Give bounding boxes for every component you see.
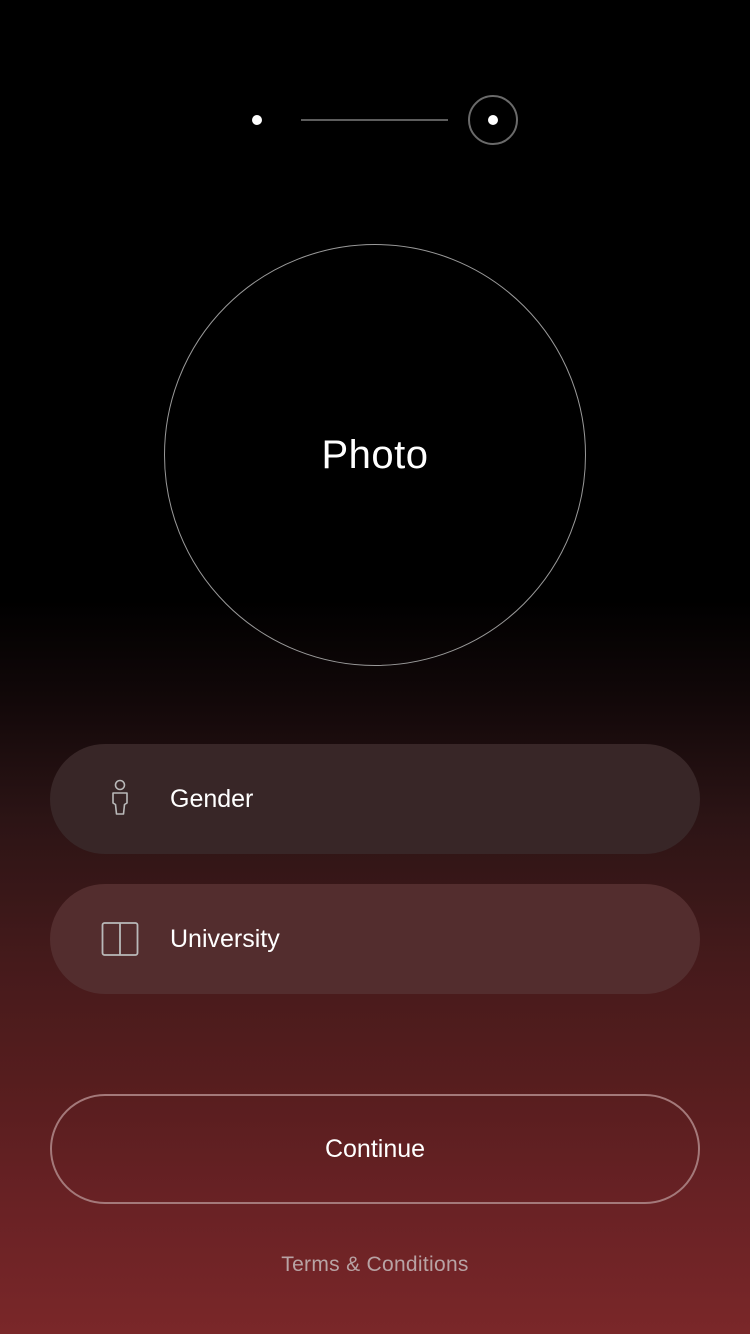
university-field[interactable]: University (50, 884, 700, 994)
book-icon (100, 919, 140, 959)
gender-field[interactable]: Gender (50, 744, 700, 854)
continue-button[interactable]: Continue (50, 1094, 700, 1204)
photo-label: Photo (321, 432, 429, 477)
step-connector (301, 119, 448, 121)
continue-label: Continue (324, 1134, 426, 1163)
person-icon (100, 779, 140, 819)
photo-upload-button[interactable]: Photo (164, 244, 586, 666)
step-2-indicator-active (468, 95, 518, 145)
gender-label: Gender (170, 785, 254, 813)
step-1-indicator (252, 115, 262, 125)
step-2-dot (488, 115, 498, 125)
university-label: University (170, 925, 280, 953)
terms-link[interactable]: Terms & Conditions (0, 1253, 750, 1277)
progress-stepper (0, 95, 750, 145)
